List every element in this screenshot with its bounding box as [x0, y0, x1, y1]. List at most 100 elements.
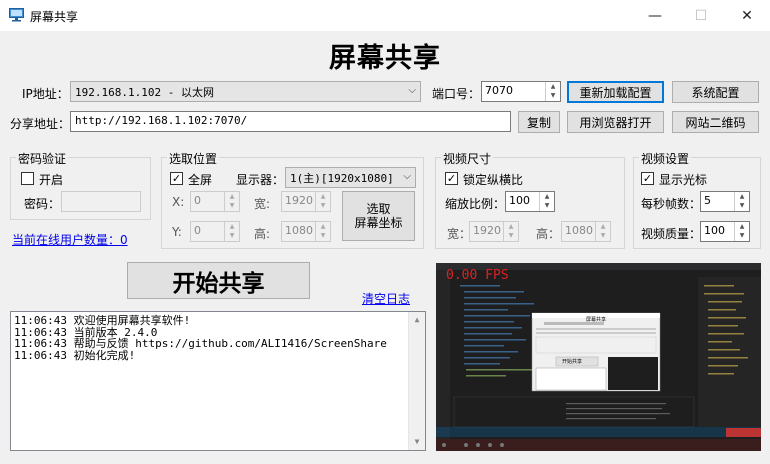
close-button[interactable]: ✕: [724, 0, 770, 31]
video-width-value: 1920: [473, 224, 501, 237]
fps-spinner[interactable]: ▲ ▼: [734, 192, 749, 211]
clear-log-link[interactable]: 清空日志: [362, 290, 410, 307]
spin-up-icon: ▲: [508, 223, 514, 230]
x-spinner[interactable]: ▲ ▼: [224, 192, 239, 211]
spin-up-icon: ▲: [739, 193, 745, 200]
check-icon: ✓: [446, 172, 457, 185]
port-label: 端口号：: [432, 87, 481, 101]
title-bar: 屏幕共享 — ☐ ✕: [0, 0, 770, 31]
spin-up-icon: ▲: [229, 223, 235, 230]
open-browser-button[interactable]: 用浏览器打开: [567, 111, 664, 133]
display-select[interactable]: 1(主)[1920x1080] ⌵: [285, 167, 416, 188]
scale-input[interactable]: 100 ▲ ▼: [505, 191, 555, 212]
scale-spinner[interactable]: ▲ ▼: [539, 192, 554, 211]
reload-config-button[interactable]: 重新加载配置: [567, 81, 664, 103]
region-height-input[interactable]: 1080 ▲ ▼: [281, 221, 331, 242]
fps-input[interactable]: 5 ▲ ▼: [700, 191, 750, 212]
port-spinner[interactable]: ▲ ▼: [545, 82, 560, 101]
chevron-down-icon: ⌵: [403, 171, 411, 182]
fps-value: 5: [704, 194, 711, 207]
display-select-value: 1(主)[1920x1080]: [290, 172, 394, 185]
height-label: 高:: [254, 227, 271, 241]
spin-up-icon: ▲: [550, 83, 556, 90]
scale-value: 100: [509, 194, 530, 207]
port-input[interactable]: 7070 ▲ ▼: [481, 81, 561, 102]
video-settings-group-title: 视频设置: [639, 150, 692, 167]
x-input[interactable]: 0 ▲ ▼: [190, 191, 240, 212]
y-spinner[interactable]: ▲ ▼: [224, 222, 239, 241]
password-field[interactable]: [61, 191, 141, 212]
start-share-button[interactable]: 开始共享: [127, 262, 310, 299]
spin-up-icon: ▲: [544, 193, 550, 200]
show-cursor-checkbox[interactable]: ✓: [641, 172, 654, 185]
pick-coordinates-button[interactable]: 选取 屏幕坐标: [342, 191, 415, 241]
spin-down-icon: ▼: [229, 202, 235, 209]
video-width-input[interactable]: 1920 ▲ ▼: [469, 221, 519, 242]
x-label: X:: [172, 195, 185, 209]
fullscreen-label: 全屏: [188, 173, 213, 187]
spin-up-icon: ▲: [320, 193, 326, 200]
spin-up-icon: ▲: [229, 193, 235, 200]
video-size-group-title: 视频尺寸: [441, 150, 494, 167]
scroll-up-icon[interactable]: ▲: [409, 312, 425, 328]
spin-up-icon: ▲: [320, 223, 326, 230]
lock-ratio-label: 锁定纵横比: [463, 173, 524, 187]
preview-mini-title: 屏幕共享: [586, 317, 607, 323]
spin-up-icon: ▲: [600, 223, 606, 230]
copy-button[interactable]: 复制: [518, 111, 560, 133]
spin-down-icon: ▼: [550, 92, 556, 99]
qrcode-button[interactable]: 网站二维码: [672, 111, 759, 133]
password-label: 密码：: [24, 197, 61, 211]
fullscreen-checkbox[interactable]: ✓: [170, 172, 183, 185]
y-input[interactable]: 0 ▲ ▼: [190, 221, 240, 242]
port-value: 7070: [485, 84, 513, 97]
share-url-label: 分享地址：: [10, 117, 71, 131]
maximize-button: ☐: [678, 0, 724, 31]
y-value: 0: [194, 224, 201, 237]
region-width-input[interactable]: 1920 ▲ ▼: [281, 191, 331, 212]
window-title: 屏幕共享: [30, 10, 79, 24]
system-config-button[interactable]: 系统配置: [672, 81, 759, 103]
check-icon: ✓: [642, 172, 653, 185]
online-users-link[interactable]: 当前在线用户数量：0: [12, 231, 128, 248]
video-width-spinner[interactable]: ▲ ▼: [503, 222, 518, 241]
log-panel[interactable]: 11:06:43 欢迎使用屏幕共享软件! 11:06:43 当前版本 2.4.0…: [10, 311, 426, 451]
video-height-input[interactable]: 1080 ▲ ▼: [561, 221, 611, 242]
spin-down-icon: ▼: [229, 232, 235, 239]
fps-label: 每秒帧数：: [641, 197, 702, 211]
screen-preview: 0.00 FPS 屏幕共享 开始共享: [436, 263, 761, 451]
show-cursor-label: 显示光标: [659, 173, 708, 187]
share-url-field[interactable]: http://192.168.1.102:7070/: [70, 111, 511, 132]
pick-button-line1: 选取: [366, 202, 391, 216]
log-scrollbar[interactable]: ▲ ▼: [408, 312, 425, 450]
quality-spinner[interactable]: ▲ ▼: [734, 222, 749, 241]
maximize-icon: ☐: [694, 7, 708, 24]
video-height-spinner[interactable]: ▲ ▼: [595, 222, 610, 241]
quality-value: 100: [704, 224, 725, 237]
scroll-down-icon[interactable]: ▼: [409, 434, 425, 450]
ip-select[interactable]: 192.168.1.102 - 以太网 ⌵: [70, 81, 421, 102]
ip-select-value: 192.168.1.102 - 以太网: [75, 86, 214, 99]
spin-down-icon: ▼: [508, 232, 514, 239]
lock-ratio-checkbox[interactable]: ✓: [445, 172, 458, 185]
region-width-spinner[interactable]: ▲ ▼: [315, 192, 330, 211]
fps-overlay: 0.00 FPS: [446, 268, 509, 283]
close-icon: ✕: [741, 7, 753, 24]
video-height-label: 高：: [536, 227, 561, 241]
spin-down-icon: ▼: [600, 232, 606, 239]
region-width-value: 1920: [285, 194, 313, 207]
log-line: 11:06:43 帮助与反馈 https://github.com/ALI141…: [14, 337, 387, 350]
spin-down-icon: ▼: [739, 202, 745, 209]
width-label: 宽:: [254, 197, 271, 211]
quality-input[interactable]: 100 ▲ ▼: [700, 221, 750, 242]
app-icon: [9, 8, 24, 22]
password-enable-checkbox[interactable]: [21, 172, 34, 185]
pick-button-line2: 屏幕坐标: [354, 216, 403, 230]
log-line: 11:06:43 初始化完成!: [14, 348, 136, 362]
region-height-spinner[interactable]: ▲ ▼: [315, 222, 330, 241]
ip-label: IP地址：: [22, 87, 69, 101]
minimize-button[interactable]: —: [632, 0, 678, 31]
check-icon: ✓: [171, 172, 182, 185]
quality-label: 视频质量：: [641, 227, 702, 241]
spin-up-icon: ▲: [739, 223, 745, 230]
